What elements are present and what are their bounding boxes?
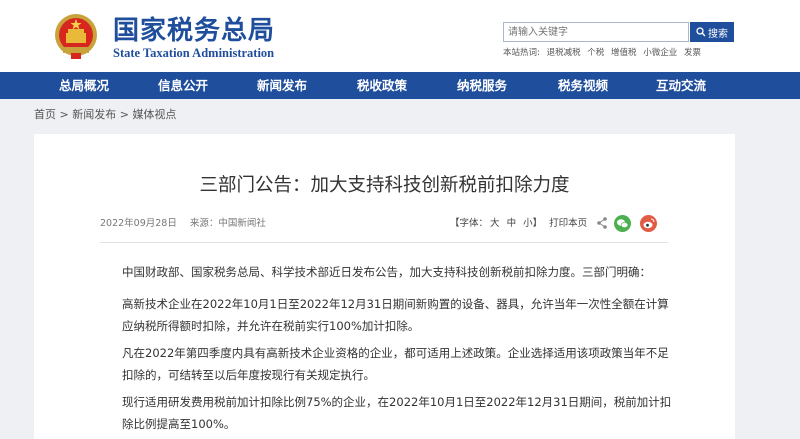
- hot-word-link[interactable]: 退税减税: [547, 48, 581, 58]
- nav-item-info-disclosure[interactable]: 信息公开: [143, 72, 223, 99]
- wechat-share-icon[interactable]: [614, 215, 631, 232]
- nav-item-overview[interactable]: 总局概况: [44, 72, 124, 99]
- hot-word-link[interactable]: 增值税: [611, 48, 637, 58]
- weibo-logo-icon: [643, 218, 655, 229]
- breadcrumb-news[interactable]: 新闻发布: [72, 108, 116, 121]
- font-size-medium[interactable]: 中: [507, 218, 517, 229]
- article-title: 三部门公告：加大支持科技创新税前扣除力度: [199, 175, 570, 196]
- hot-words: 本站热词: 退税减税 个税 增值税 小微企业 发票: [503, 48, 705, 59]
- article-paragraph: 现行适用研发费用税前加计扣除比例75%的企业，在2022年10月1日至2022年…: [122, 395, 672, 431]
- font-size-close: 】: [532, 218, 543, 229]
- share-icon[interactable]: [596, 216, 608, 230]
- national-emblem-icon[interactable]: [53, 11, 99, 61]
- article-card: 三部门公告：加大支持科技创新税前扣除力度 2022年09月28日 来源：中国新闻…: [34, 134, 735, 439]
- hot-words-label: 本站热词:: [503, 48, 540, 58]
- article-paragraph: 中国财政部、国家税务总局、科学技术部近日发布公告，加大支持科技创新税前扣除力度。…: [122, 265, 651, 279]
- article-meta: 2022年09月28日 来源：中国新闻社: [100, 218, 276, 230]
- print-button[interactable]: 打印本页: [549, 218, 587, 229]
- search-icon: [696, 27, 706, 37]
- weibo-share-icon[interactable]: [640, 215, 657, 232]
- nav-item-tax-video[interactable]: 税务视频: [543, 72, 623, 99]
- site-title[interactable]: 国家税务总局: [113, 16, 275, 46]
- nav-item-tax-policy[interactable]: 税收政策: [342, 72, 422, 99]
- site-header: 国家税务总局 State Taxation Administration 搜索 …: [0, 0, 800, 72]
- article-date: 2022年09月28日: [100, 218, 177, 229]
- breadcrumb-separator: >: [119, 108, 129, 121]
- hot-word-link[interactable]: 个税: [587, 48, 604, 58]
- meta-divider: [100, 242, 668, 243]
- main-nav: 总局概况 信息公开 新闻发布 税收政策 纳税服务 税务视频 互动交流: [0, 72, 800, 99]
- site-subtitle: State Taxation Administration: [113, 46, 275, 60]
- font-size-label: 【字体：: [450, 218, 489, 229]
- font-size-large[interactable]: 大: [490, 218, 500, 229]
- wechat-logo-icon: [617, 219, 629, 229]
- article-paragraph: 凡在2022年第四季度内具有高新技术企业资格的企业，都可适用上述政策。企业选择适…: [122, 346, 669, 382]
- article-paragraph: 高新技术企业在2022年10月1日至2022年12月31日期间新购置的设备、器具…: [122, 297, 669, 333]
- breadcrumb-media[interactable]: 媒体视点: [132, 108, 176, 121]
- search-button-label: 搜索: [708, 28, 728, 40]
- breadcrumb: 首页 > 新闻发布 > 媒体视点: [34, 108, 176, 122]
- hot-word-link[interactable]: 发票: [684, 48, 701, 58]
- hot-word-link[interactable]: 小微企业: [643, 48, 677, 58]
- breadcrumb-separator: >: [59, 108, 69, 121]
- search-button[interactable]: 搜索: [690, 22, 734, 42]
- search-input[interactable]: [503, 22, 689, 42]
- article-source: 来源：中国新闻社: [189, 218, 266, 229]
- nav-item-interaction[interactable]: 互动交流: [641, 72, 721, 99]
- font-size-small[interactable]: 小: [523, 218, 533, 229]
- breadcrumb-home[interactable]: 首页: [34, 108, 56, 121]
- article-tools: 【字体：大 中 小】 打印本页: [450, 218, 591, 230]
- nav-item-tax-service[interactable]: 纳税服务: [442, 72, 522, 99]
- nav-item-news[interactable]: 新闻发布: [242, 72, 322, 99]
